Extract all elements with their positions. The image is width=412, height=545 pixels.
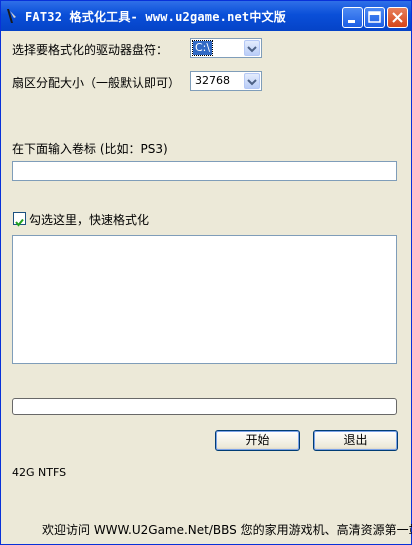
maximize-icon <box>368 11 381 23</box>
close-button[interactable] <box>387 7 408 28</box>
footer-text: 欢迎访问 WWW.U2Game.Net/BBS 您的家用游戏机、高清资源第一站 <box>42 523 412 537</box>
title-bar[interactable]: FAT32 格式化工具- www.u2game.net中文版 <box>1 1 411 31</box>
drive-label: 选择要格式化的驱动器盘符： <box>12 43 169 57</box>
chevron-down-icon <box>247 79 257 86</box>
cluster-label: 扇区分配大小（一般默认即可） <box>12 76 181 90</box>
client-area: 选择要格式化的驱动器盘符： C:\ 扇区分配大小（一般默认即可） 32768 在… <box>4 31 412 542</box>
cluster-select[interactable]: 32768 <box>190 71 262 91</box>
quick-format-label[interactable]: 勾选这里，快速格式化 <box>29 211 149 228</box>
disk-info-text: 42G NTFS <box>12 466 67 479</box>
cluster-dropdown-button[interactable] <box>244 73 260 89</box>
cluster-select-value: 32768 <box>195 74 230 87</box>
quick-format-checkbox[interactable] <box>13 212 26 227</box>
start-button[interactable]: 开始 <box>215 430 300 451</box>
drive-dropdown-button[interactable] <box>244 40 260 56</box>
drive-select[interactable]: C:\ <box>190 38 262 58</box>
checkmark-icon <box>15 218 24 227</box>
close-icon <box>392 12 403 23</box>
format-progress-bar <box>12 398 397 415</box>
window-title: FAT32 格式化工具- www.u2game.net中文版 <box>25 10 286 24</box>
app-icon <box>7 9 16 23</box>
log-textarea[interactable] <box>12 235 397 364</box>
chevron-down-icon <box>247 46 257 53</box>
maximize-button[interactable] <box>364 7 385 28</box>
minimize-icon <box>348 20 355 23</box>
volume-label-caption: 在下面输入卷标 (比如：PS3) <box>12 142 168 156</box>
app-window: FAT32 格式化工具- www.u2game.net中文版 选择要格式化的驱动… <box>0 0 412 545</box>
drive-select-value: C:\ <box>191 40 214 56</box>
volume-label-input[interactable] <box>12 161 397 181</box>
minimize-button[interactable] <box>342 7 363 28</box>
exit-button[interactable]: 退出 <box>313 430 398 451</box>
